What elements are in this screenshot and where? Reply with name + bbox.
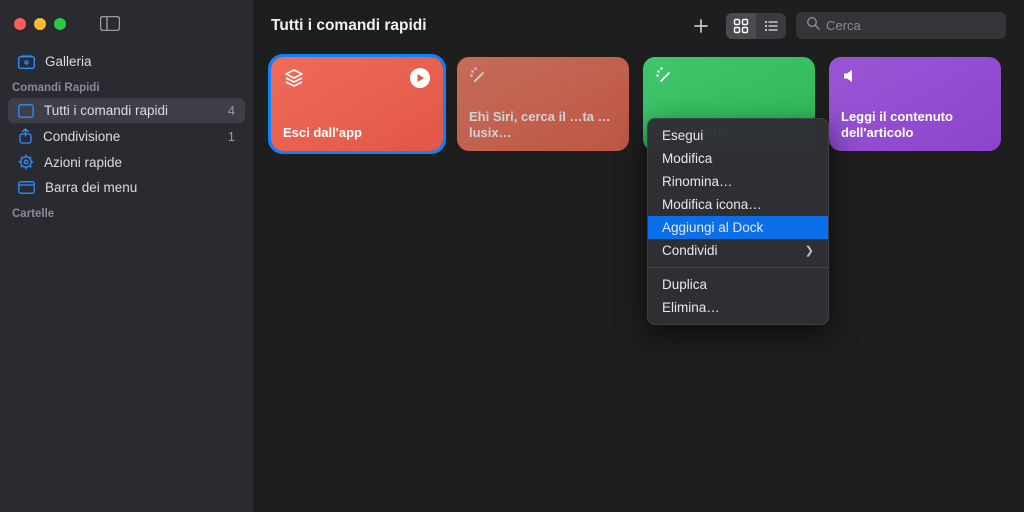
menu-item-label: Elimina… <box>662 300 720 315</box>
menu-item-rename[interactable]: Rinomina… <box>648 170 828 193</box>
gallery-icon <box>18 54 35 69</box>
sidebar-item-label: Tutti i comandi rapidi <box>44 103 168 118</box>
layers-icon <box>283 67 305 94</box>
menu-item-edit-icon[interactable]: Modifica icona… <box>648 193 828 216</box>
menu-separator <box>648 267 828 268</box>
menu-item-run[interactable]: Esegui <box>648 124 828 147</box>
view-mode-segmented <box>726 13 786 39</box>
main-content: Tutti i comandi rapidi <box>253 0 1024 512</box>
sidebar-toggle-icon[interactable] <box>100 16 120 31</box>
menubar-icon <box>18 181 35 194</box>
card-title: Esci dall'app <box>283 125 431 141</box>
menu-item-delete[interactable]: Elimina… <box>648 296 828 319</box>
grid-view-button[interactable] <box>726 13 756 39</box>
app-window: Galleria Comandi Rapidi Tutti i comandi … <box>0 0 1024 512</box>
sidebar-header-folders: Cartelle <box>0 200 253 224</box>
sidebar-item-quick-actions[interactable]: Azioni rapide <box>8 149 245 175</box>
toolbar: Tutti i comandi rapidi <box>253 0 1024 49</box>
menu-item-label: Aggiungi al Dock <box>662 220 763 235</box>
shortcut-card-siri-search[interactable]: Ehi Siri, cerca il …ta …lusix… <box>457 57 629 151</box>
shortcuts-icon <box>18 104 34 118</box>
menu-item-duplicate[interactable]: Duplica <box>648 273 828 296</box>
sidebar-item-badge: 1 <box>228 129 235 144</box>
sidebar-item-label: Barra dei menu <box>45 180 137 195</box>
share-icon <box>18 128 33 144</box>
menu-item-label: Duplica <box>662 277 707 292</box>
speaker-icon <box>841 67 859 90</box>
menu-item-label: Modifica <box>662 151 712 166</box>
wand-icon <box>655 67 675 92</box>
sidebar-item-all-shortcuts[interactable]: Tutti i comandi rapidi 4 <box>8 98 245 123</box>
sidebar-item-badge: 4 <box>228 103 235 118</box>
gear-icon <box>18 154 34 170</box>
window-controls <box>0 8 253 31</box>
sidebar-header-shortcuts: Comandi Rapidi <box>0 74 253 98</box>
menu-item-label: Condividi <box>662 243 718 258</box>
chevron-right-icon: ❯ <box>805 244 814 257</box>
list-view-button[interactable] <box>756 13 786 39</box>
sidebar-gallery-label: Galleria <box>45 54 92 69</box>
sidebar-item-label: Azioni rapide <box>44 155 122 170</box>
search-input[interactable] <box>826 18 996 33</box>
sidebar-item-menubar[interactable]: Barra dei menu <box>8 175 245 200</box>
play-icon[interactable] <box>409 67 431 94</box>
card-title: Leggi il contenuto dell'articolo <box>841 109 989 142</box>
menu-item-add-to-dock[interactable]: Aggiungi al Dock <box>648 216 828 239</box>
menu-item-label: Modifica icona… <box>662 197 762 212</box>
add-button[interactable] <box>686 13 716 39</box>
shortcut-card-read-article[interactable]: Leggi il contenuto dell'articolo <box>829 57 1001 151</box>
search-icon <box>806 16 820 35</box>
shortcut-card-exit-app[interactable]: Esci dall'app <box>271 57 443 151</box>
sidebar-item-sharing[interactable]: Condivisione 1 <box>8 123 245 149</box>
search-field[interactable] <box>796 12 1006 39</box>
sidebar-item-gallery[interactable]: Galleria <box>8 49 245 74</box>
page-title: Tutti i comandi rapidi <box>271 17 427 35</box>
minimize-window-button[interactable] <box>34 18 46 30</box>
context-menu: Esegui Modifica Rinomina… Modifica icona… <box>647 118 829 325</box>
close-window-button[interactable] <box>14 18 26 30</box>
menu-item-label: Esegui <box>662 128 703 143</box>
sidebar: Galleria Comandi Rapidi Tutti i comandi … <box>0 0 253 512</box>
menu-item-edit[interactable]: Modifica <box>648 147 828 170</box>
wand-icon <box>469 67 489 92</box>
sidebar-item-label: Condivisione <box>43 129 120 144</box>
fullscreen-window-button[interactable] <box>54 18 66 30</box>
shortcuts-grid: Esci dall'app Ehi Siri, cerca il …ta …lu… <box>253 49 1024 159</box>
card-title: Ehi Siri, cerca il …ta …lusix… <box>469 109 617 142</box>
menu-item-label: Rinomina… <box>662 174 733 189</box>
menu-item-share[interactable]: Condividi ❯ <box>648 239 828 262</box>
